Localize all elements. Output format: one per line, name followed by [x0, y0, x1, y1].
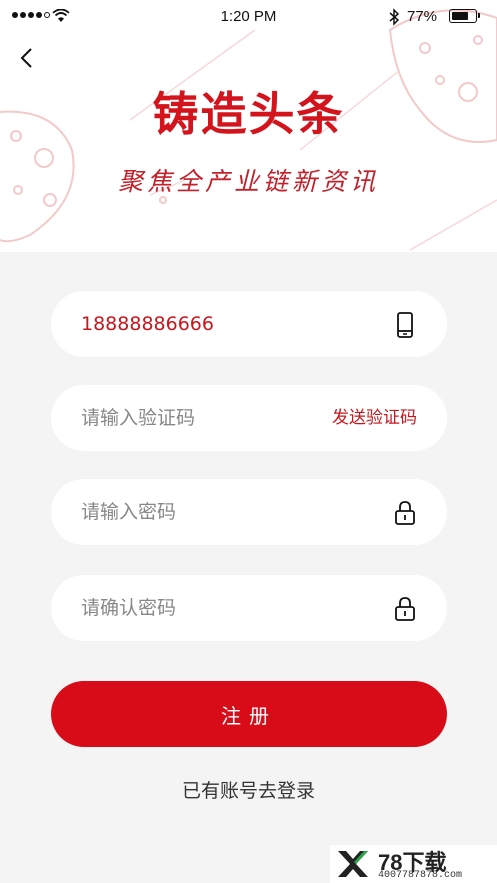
header-banner: 1:20 PM 77% 铸造头条 聚焦全产业链新资讯: [0, 0, 497, 252]
app-logo-text: 铸造头条: [152, 87, 345, 141]
phone-input[interactable]: [81, 291, 351, 357]
confirm-password-field[interactable]: [51, 575, 447, 641]
bluetooth-icon: [389, 8, 400, 26]
watermark-url: 4007787878.com: [378, 870, 463, 881]
site-watermark: 78下载 4007787878.com: [330, 845, 497, 883]
verification-code-field[interactable]: 发送验证码: [51, 385, 447, 451]
phone-icon: [397, 312, 413, 338]
password-input[interactable]: [81, 479, 351, 545]
verification-code-input[interactable]: [81, 385, 351, 451]
lock-icon: [395, 501, 415, 525]
app-slogan: 聚焦全产业链新资讯: [117, 167, 379, 196]
send-code-button[interactable]: 发送验证码: [332, 385, 417, 451]
register-button[interactable]: 注册: [51, 681, 447, 747]
back-chevron-icon[interactable]: [16, 46, 40, 70]
watermark-logo-icon: [338, 851, 368, 877]
phone-field[interactable]: [51, 291, 447, 357]
password-field[interactable]: [51, 479, 447, 545]
confirm-password-input[interactable]: [81, 575, 351, 641]
status-bar: 1:20 PM 77%: [0, 0, 497, 34]
battery-icon: [449, 9, 480, 23]
login-link[interactable]: 已有账号去登录: [0, 776, 497, 803]
lock-icon: [395, 597, 415, 621]
battery-percentage: 77%: [407, 8, 438, 25]
